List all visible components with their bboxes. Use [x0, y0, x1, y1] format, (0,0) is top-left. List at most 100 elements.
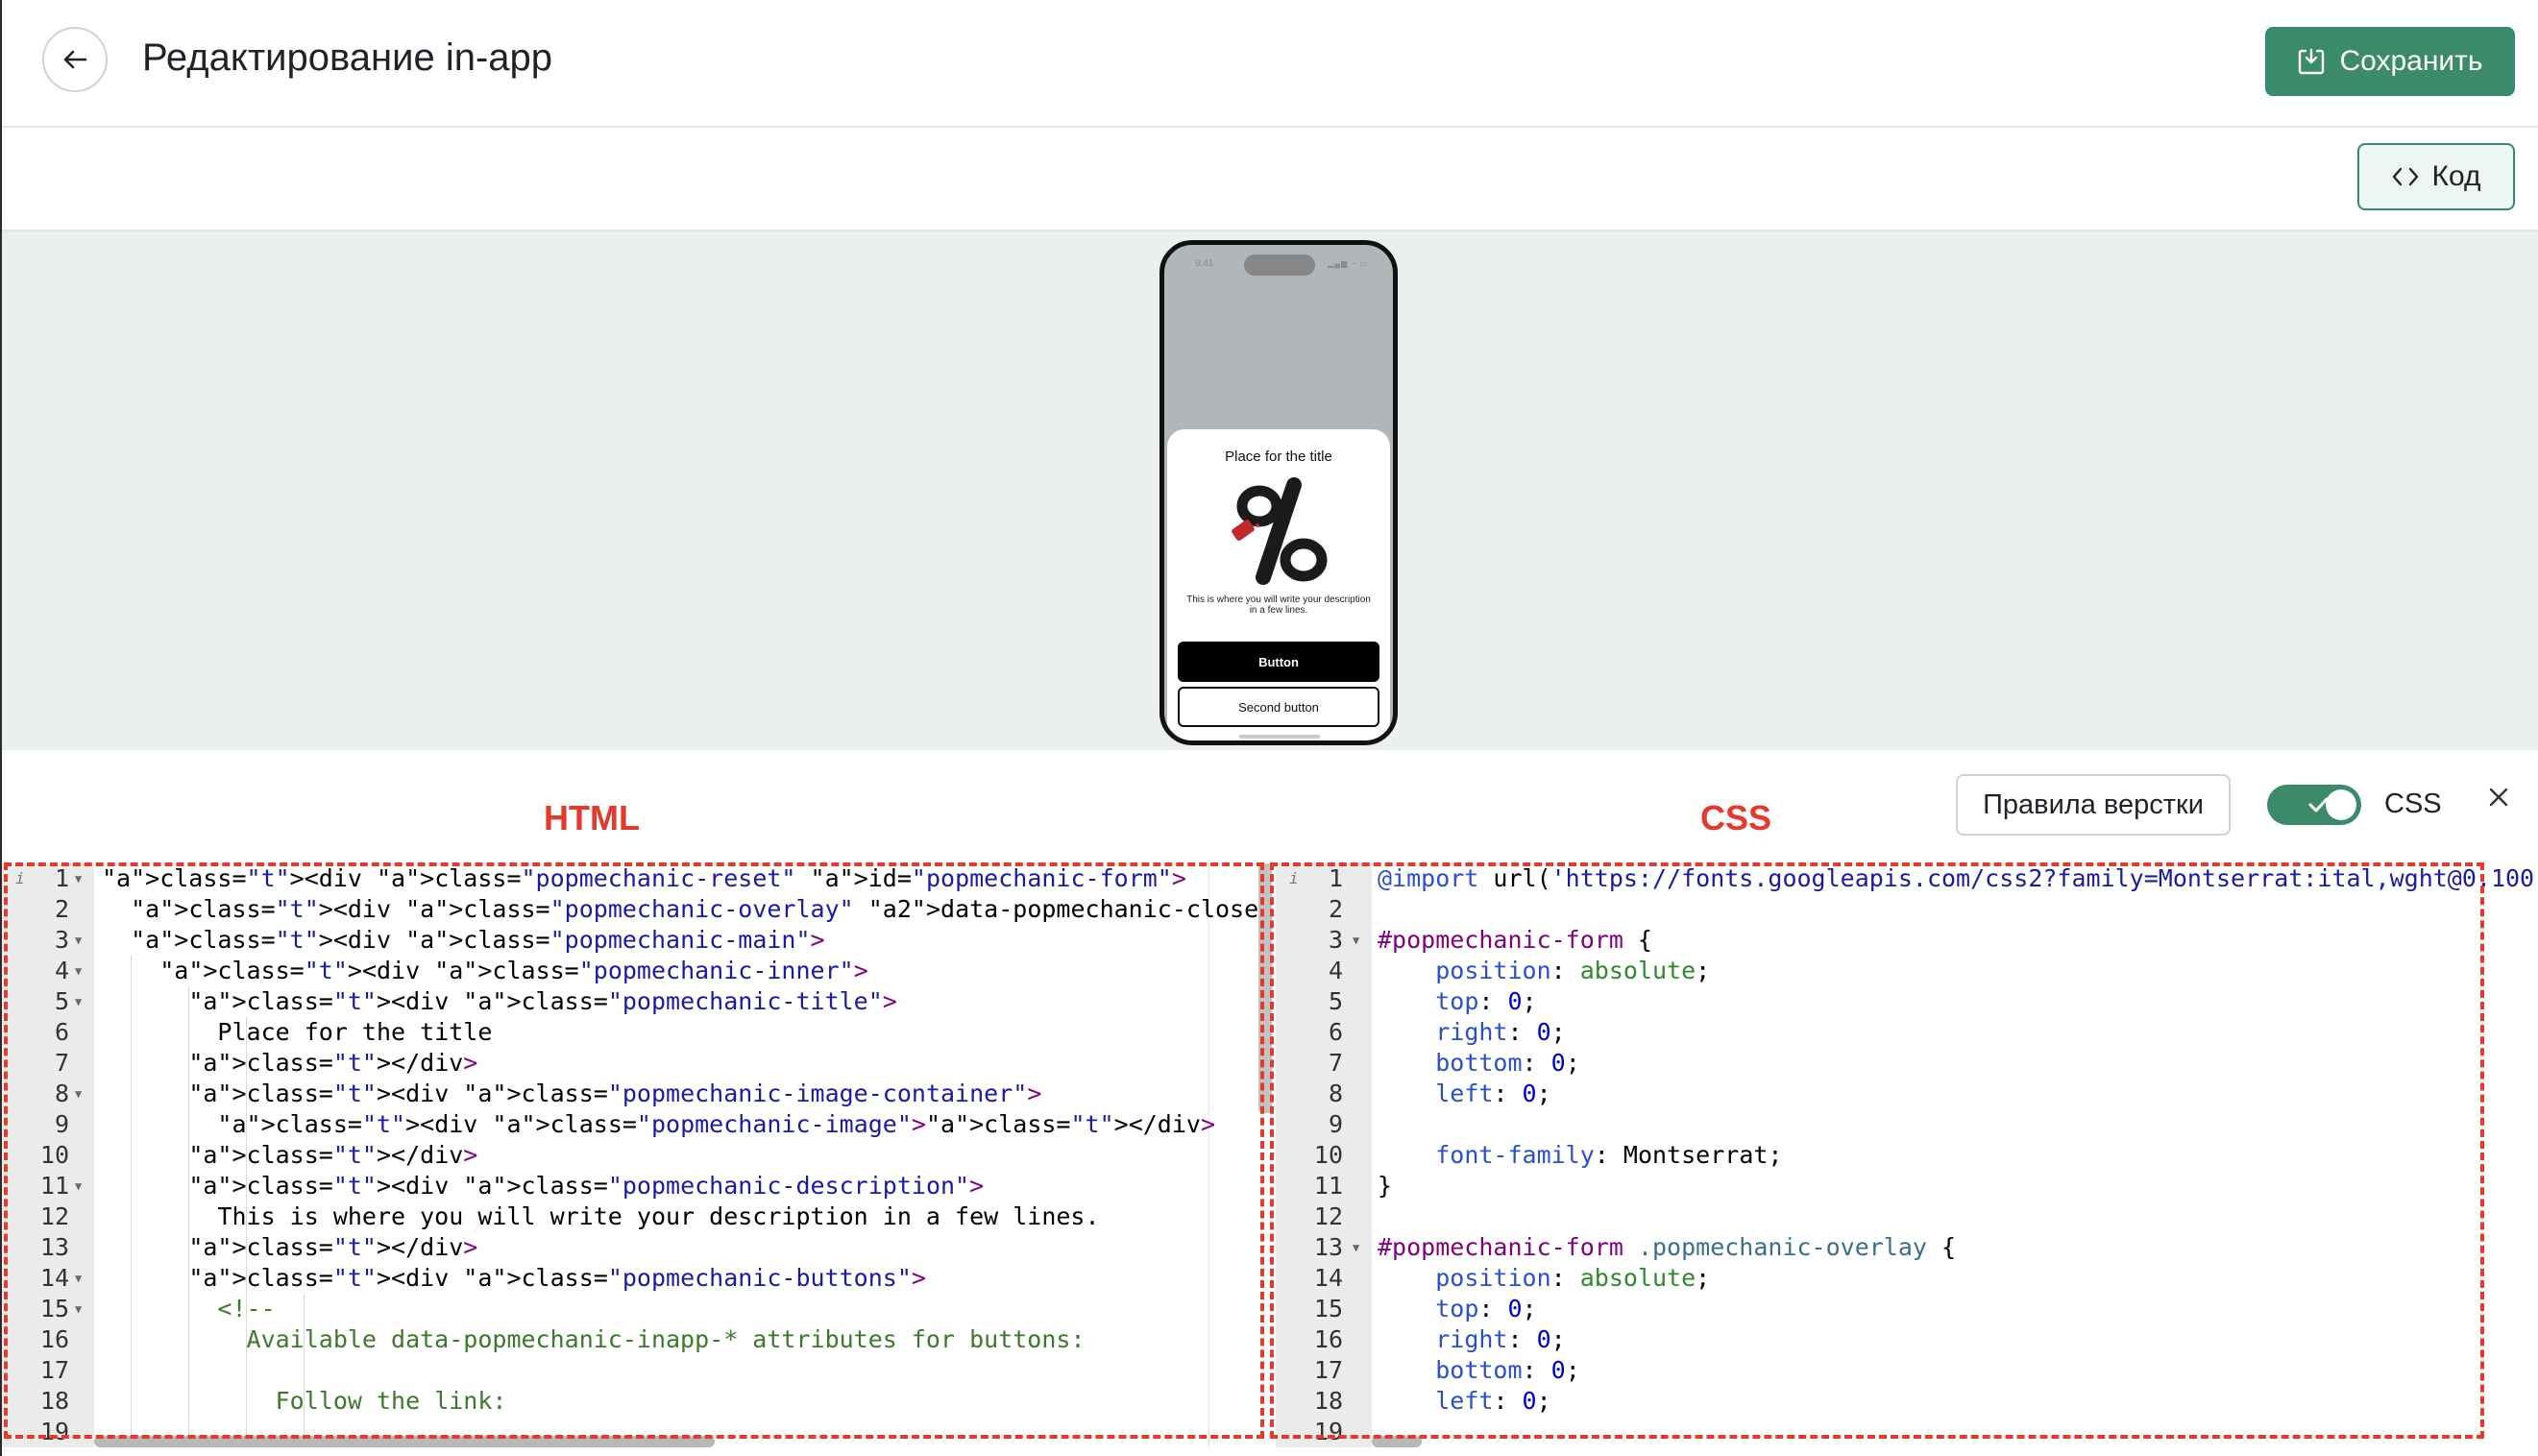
code-line: 18 left: 0; [1276, 1386, 2538, 1417]
line-number: 9 [1328, 1110, 1343, 1138]
code-line: 18 Follow the link: [2, 1386, 1272, 1417]
code-text: bottom: 0; [1435, 1356, 1580, 1384]
fold-arrow-icon[interactable]: ▼ [75, 863, 82, 894]
code-line: 5 ▼ "a">class="t"><div "a">class="popmech… [2, 986, 1272, 1017]
code-line: 12 This is where you will write your des… [2, 1201, 1272, 1232]
save-button-label: Сохранить [2339, 45, 2483, 77]
line-number: 13 [1313, 1233, 1343, 1261]
code-toggle-button[interactable]: Код [2357, 143, 2515, 210]
code-line: 16 right: 0; [1276, 1324, 2538, 1355]
indent-guide [131, 956, 132, 1447]
home-indicator [1239, 735, 1320, 739]
line-number: 5 [54, 987, 69, 1015]
save-icon [2299, 48, 2325, 75]
fold-arrow-icon[interactable]: ▼ [75, 956, 82, 986]
line-number: 18 [1313, 1387, 1343, 1415]
save-button[interactable]: Сохранить [2265, 27, 2515, 96]
code-line: 17 bottom: 0; [1276, 1355, 2538, 1386]
popup-secondary-button[interactable]: Second button [1178, 687, 1379, 727]
back-button[interactable] [42, 27, 108, 92]
code-text: "a">class="t"><div "a">class="popmechani… [217, 1110, 1216, 1138]
fold-arrow-icon[interactable]: ▼ [1353, 925, 1359, 956]
line-number: 18 [39, 1387, 69, 1415]
code-text: Place for the title [102, 1018, 493, 1046]
fold-arrow-icon[interactable]: ▼ [75, 1171, 82, 1201]
popup-title: Place for the title [1225, 449, 1332, 465]
code-line: 4 ▼ "a">class="t"><div "a">class="popmech… [2, 956, 1272, 986]
html-horizontal-scrollbar[interactable] [94, 1436, 715, 1447]
popup-primary-button[interactable]: Button [1178, 642, 1379, 682]
line-number: 4 [54, 957, 69, 984]
code-text: top: 0; [1435, 1295, 1537, 1323]
code-text: #popmechanic-form { [1378, 926, 1652, 954]
code-line: 2 "a">class="t"><div "a">class="popmecha… [2, 894, 1272, 925]
code-line: 12 [1276, 1201, 2538, 1232]
css-code-editor[interactable]: i 1 @import url('https://fonts.googleapis… [1276, 863, 2538, 1447]
code-brackets-icon [2393, 167, 2419, 186]
line-number: 1 [54, 864, 69, 892]
close-icon[interactable] [2484, 783, 2513, 812]
html-code-editor[interactable]: i 1 ▼ "a">class="t"><div "a">class="popmec… [2, 863, 1272, 1447]
line-number: 14 [39, 1264, 69, 1292]
code-text: position: absolute; [1435, 1264, 1711, 1292]
code-line: 14 ▼ "a">class="t"><div "a">class="popmec… [2, 1263, 1272, 1294]
css-toggle-switch[interactable] [2267, 785, 2361, 825]
fold-arrow-icon[interactable]: ▼ [75, 1079, 82, 1109]
code-text: "a">class="t"></div> [188, 1141, 478, 1169]
code-text: "a">class="t"></div> [188, 1233, 478, 1261]
fold-arrow-icon[interactable]: ▼ [1353, 1232, 1359, 1263]
page-title: Редактирование in-app [142, 36, 553, 79]
code-line: 1 @import url('https://fonts.googleapis.c… [1276, 863, 2538, 894]
code-line: 17 [2, 1355, 1272, 1386]
popup-description: This is where you will write your descri… [1186, 595, 1371, 616]
code-text: right: 0; [1435, 1018, 1566, 1046]
layout-rules-button[interactable]: Правила верстки [1956, 774, 2231, 836]
code-text: "a">class="t"><div "a">class="popmechani… [131, 926, 825, 954]
code-text: font-family: Montserrat; [1435, 1141, 1783, 1169]
code-panel: HTML CSS Правила верстки CSS i 1 ▼ "a">cla… [2, 750, 2538, 1456]
line-number: 19 [39, 1418, 69, 1445]
code-line: 15 ▼ <!-- [2, 1294, 1272, 1324]
code-text: "a">class="t"><div "a">class="popmechani… [188, 1264, 926, 1292]
css-annotation-label: CSS [1700, 798, 1772, 837]
code-text: } [1378, 1172, 1393, 1200]
code-line: 16 Available data-popmechanic-inapp-* at… [2, 1324, 1272, 1355]
css-horizontal-scrollbar[interactable] [1372, 1436, 1422, 1447]
line-number: 3 [54, 926, 69, 954]
code-text: "a">class="t"><div "a">class="popmechani… [188, 987, 897, 1015]
line-number: 11 [1313, 1172, 1343, 1200]
preview-area: 9:41 ▂▄▆ ◔ ▭ Place for the title This is… [2, 231, 2538, 750]
code-text: right: 0; [1435, 1325, 1566, 1353]
code-line: 19 [1276, 1417, 2538, 1447]
code-line: 9 [1276, 1109, 2538, 1140]
code-line: 9 "a">class="t"><div "a">class="popmecha… [2, 1109, 1272, 1140]
fold-arrow-icon[interactable]: ▼ [75, 1294, 82, 1324]
inapp-popup: Place for the title This is where you wi… [1167, 429, 1390, 740]
code-line: 7 bottom: 0; [1276, 1048, 2538, 1079]
code-text: This is where you will write your descri… [102, 1202, 1100, 1230]
code-line: 7 "a">class="t"></div> [2, 1048, 1272, 1079]
line-number: 1 [1328, 864, 1343, 892]
code-text: position: absolute; [1435, 957, 1711, 984]
fold-arrow-icon[interactable]: ▼ [75, 986, 82, 1017]
html-annotation-label: HTML [544, 798, 640, 837]
css-toggle-label: CSS [2384, 789, 2442, 819]
code-text: "a">class="t"><div "a">class="popmechani… [159, 957, 868, 984]
code-text: left: 0; [1435, 1387, 1551, 1415]
html-vertical-scrollbar[interactable] [1258, 863, 1272, 1113]
code-line: 2 [1276, 894, 2538, 925]
code-text: "a">class="t"><div "a">class="popmechani… [188, 1172, 985, 1200]
code-text: left: 0; [1435, 1080, 1551, 1107]
line-number: 8 [54, 1080, 69, 1107]
code-line: 6 Place for the title [2, 1017, 1272, 1048]
line-number: 2 [54, 895, 69, 923]
fold-arrow-icon[interactable]: ▼ [75, 925, 82, 956]
fold-arrow-icon[interactable]: ▼ [75, 1263, 82, 1294]
code-line: 6 right: 0; [1276, 1017, 2538, 1048]
line-number: 10 [1313, 1141, 1343, 1169]
indent-guide [188, 986, 189, 1447]
editor-toolbar: Код [2, 128, 2538, 231]
line-number: 12 [1313, 1202, 1343, 1230]
line-number: 17 [39, 1356, 69, 1384]
code-text: "a">class="t"><div "a">class="popmechani… [102, 864, 1186, 892]
